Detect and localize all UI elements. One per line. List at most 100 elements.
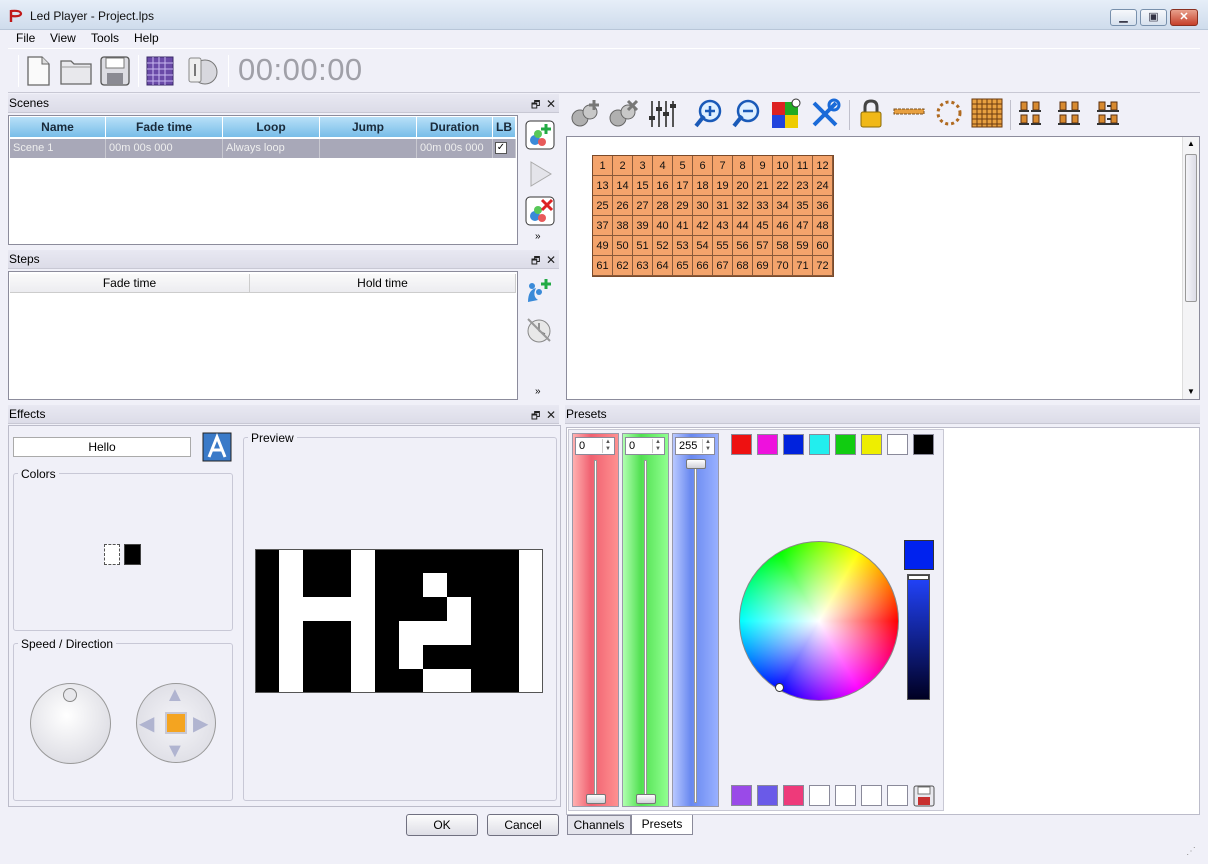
column-header-jump[interactable]: Jump <box>320 117 417 137</box>
ok-button[interactable]: OK <box>406 814 478 836</box>
led-cell[interactable]: 25 <box>593 196 613 216</box>
column-header-duration[interactable]: Duration <box>417 117 493 137</box>
led-cell[interactable]: 46 <box>773 216 793 236</box>
minimize-button[interactable]: ▁ <box>1110 9 1137 26</box>
green-slider-track[interactable] <box>644 460 647 803</box>
lb-checkbox[interactable]: ✓ <box>495 142 507 154</box>
led-cell[interactable]: 37 <box>593 216 613 236</box>
preset-color-swatch[interactable] <box>731 434 752 455</box>
led-matrix-icon[interactable] <box>145 55 175 87</box>
led-cell[interactable]: 3 <box>633 156 653 176</box>
column-header-fade-time[interactable]: Fade time <box>106 117 223 137</box>
scene-name-cell[interactable]: Scene 1 <box>10 139 106 158</box>
tab-presets[interactable]: Presets <box>631 815 693 835</box>
save-icon[interactable] <box>100 56 130 86</box>
direction-left-icon[interactable]: ◀ <box>139 711 154 736</box>
custom-color-swatch[interactable] <box>731 785 752 806</box>
background-color-swatch[interactable] <box>104 544 120 565</box>
close-panel-icon[interactable]: ✕ <box>546 406 556 424</box>
speed-knob[interactable] <box>30 683 111 764</box>
scene-loop-cell[interactable]: Always loop <box>223 139 320 158</box>
led-cell[interactable]: 6 <box>693 156 713 176</box>
spin-arrows-icon[interactable]: ▲ ▼ <box>652 439 663 453</box>
led-cell[interactable]: 5 <box>673 156 693 176</box>
maximize-button[interactable]: ▣ <box>1140 9 1167 26</box>
led-cell[interactable]: 34 <box>773 196 793 216</box>
preset-color-swatch[interactable] <box>887 434 908 455</box>
custom-color-swatch[interactable] <box>861 785 882 806</box>
led-cell[interactable]: 32 <box>733 196 753 216</box>
led-cell[interactable]: 2 <box>613 156 633 176</box>
led-cell[interactable]: 35 <box>793 196 813 216</box>
preset-color-swatch[interactable] <box>861 434 882 455</box>
scene-fade-cell[interactable]: 00m 00s 000 <box>106 139 223 158</box>
matrix-layout-icon[interactable] <box>971 98 1003 128</box>
menu-file[interactable]: File <box>16 31 35 45</box>
menu-tools[interactable]: Tools <box>91 31 119 45</box>
direction-pad[interactable]: ▲ ▼ ◀ ▶ <box>136 683 216 763</box>
led-cell[interactable]: 38 <box>613 216 633 236</box>
led-grid[interactable]: 1 2 3 4 5 6 7 8 9 10 11 12 13 14 15 16 17 18 19 20 21 22 23 24 2… <box>592 155 834 277</box>
tools-settings-icon[interactable] <box>809 98 841 130</box>
spin-arrows-icon[interactable]: ▲ ▼ <box>702 439 713 453</box>
brightness-slider[interactable] <box>907 574 930 700</box>
led-cell[interactable]: 33 <box>753 196 773 216</box>
new-file-icon[interactable] <box>24 55 52 87</box>
direction-up-icon[interactable]: ▲ <box>165 684 185 707</box>
add-fixture-icon[interactable] <box>570 98 602 130</box>
float-panel-icon[interactable]: 🗗 <box>531 408 540 426</box>
preset-color-swatch[interactable] <box>809 434 830 455</box>
led-cell[interactable]: 52 <box>653 236 673 256</box>
led-cell[interactable]: 1 <box>593 156 613 176</box>
vertical-scrollbar[interactable]: ▲ ▼ <box>1182 137 1199 399</box>
column-header-fade-time[interactable]: Fade time <box>10 274 250 293</box>
led-cell[interactable]: 27 <box>633 196 653 216</box>
direction-center-button[interactable] <box>165 712 187 734</box>
expand-chevron-icon[interactable]: » <box>535 231 541 242</box>
mixer-sliders-icon[interactable] <box>647 98 679 130</box>
close-panel-icon[interactable]: ✕ <box>546 95 556 113</box>
led-cell[interactable]: 39 <box>633 216 653 236</box>
float-panel-icon[interactable]: 🗗 <box>531 97 540 115</box>
led-cell[interactable]: 57 <box>753 236 773 256</box>
add-step-icon[interactable] <box>524 276 554 306</box>
arrange-link-icon[interactable] <box>1095 100 1125 128</box>
resize-grip-icon[interactable]: ⋰ <box>1186 846 1196 857</box>
preset-color-swatch[interactable] <box>757 434 778 455</box>
column-header-name[interactable]: Name <box>10 117 106 137</box>
scrollbar-thumb[interactable] <box>1185 154 1197 302</box>
led-cell[interactable]: 18 <box>693 176 713 196</box>
scene-duration-cell[interactable]: 00m 00s 000 <box>417 139 493 158</box>
led-cell[interactable]: 66 <box>693 256 713 276</box>
led-cell[interactable]: 4 <box>653 156 673 176</box>
led-cell[interactable]: 49 <box>593 236 613 256</box>
brightness-handle[interactable] <box>908 575 929 580</box>
zoom-in-icon[interactable] <box>693 98 725 130</box>
font-select-icon[interactable] <box>202 432 232 462</box>
red-value-input[interactable]: 0 ▲ ▼ <box>575 437 615 455</box>
menu-view[interactable]: View <box>50 31 76 45</box>
led-cell[interactable]: 63 <box>633 256 653 276</box>
add-scene-icon[interactable] <box>525 120 555 150</box>
custom-color-swatch[interactable] <box>835 785 856 806</box>
led-cell[interactable]: 41 <box>673 216 693 236</box>
custom-color-swatch[interactable] <box>783 785 804 806</box>
led-cell[interactable]: 62 <box>613 256 633 276</box>
step-timer-icon[interactable] <box>524 315 554 345</box>
delete-scene-icon[interactable] <box>525 196 555 226</box>
column-header-lb[interactable]: LB <box>493 117 516 137</box>
led-cell[interactable]: 19 <box>713 176 733 196</box>
text-effect-input[interactable] <box>13 437 191 457</box>
blue-slider-handle[interactable] <box>686 459 706 469</box>
led-cell[interactable]: 67 <box>713 256 733 276</box>
red-slider-handle[interactable] <box>586 794 606 804</box>
led-cell[interactable]: 58 <box>773 236 793 256</box>
led-cell[interactable]: 31 <box>713 196 733 216</box>
led-cell[interactable]: 68 <box>733 256 753 276</box>
green-slider-handle[interactable] <box>636 794 656 804</box>
led-cell[interactable]: 20 <box>733 176 753 196</box>
open-folder-icon[interactable] <box>60 57 92 85</box>
led-cell[interactable]: 69 <box>753 256 773 276</box>
green-value-input[interactable]: 0 ▲ ▼ <box>625 437 665 455</box>
close-panel-icon[interactable]: ✕ <box>546 251 556 269</box>
